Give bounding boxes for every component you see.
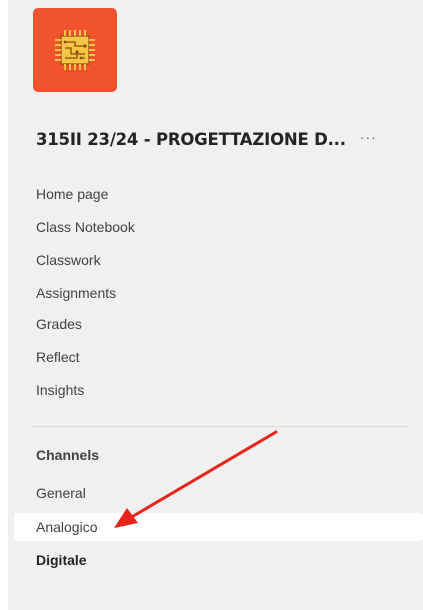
- team-name[interactable]: 315II 23/24 - PROGETTAZIONE D...: [36, 130, 346, 149]
- channel-analogico[interactable]: Analogico: [36, 516, 98, 538]
- nav-item-home-page[interactable]: Home page: [36, 183, 108, 205]
- section-divider: [32, 426, 408, 427]
- channel-general[interactable]: General: [36, 482, 86, 504]
- nav-item-grades[interactable]: Grades: [36, 313, 82, 335]
- team-header: 315II 23/24 - PROGETTAZIONE D... ···: [36, 127, 416, 151]
- team-logo[interactable]: [33, 8, 117, 92]
- channels-heading: Channels: [36, 447, 100, 463]
- nav-item-insights[interactable]: Insights: [36, 379, 84, 401]
- nav-item-assignments[interactable]: Assignments: [36, 282, 116, 304]
- circuit-chip-icon: [55, 30, 95, 70]
- nav-item-class-notebook[interactable]: Class Notebook: [36, 216, 135, 238]
- nav-item-reflect[interactable]: Reflect: [36, 346, 80, 368]
- nav-item-classwork[interactable]: Classwork: [36, 249, 101, 271]
- channel-digitale[interactable]: Digitale: [36, 549, 87, 571]
- more-options-button[interactable]: ···: [360, 130, 377, 148]
